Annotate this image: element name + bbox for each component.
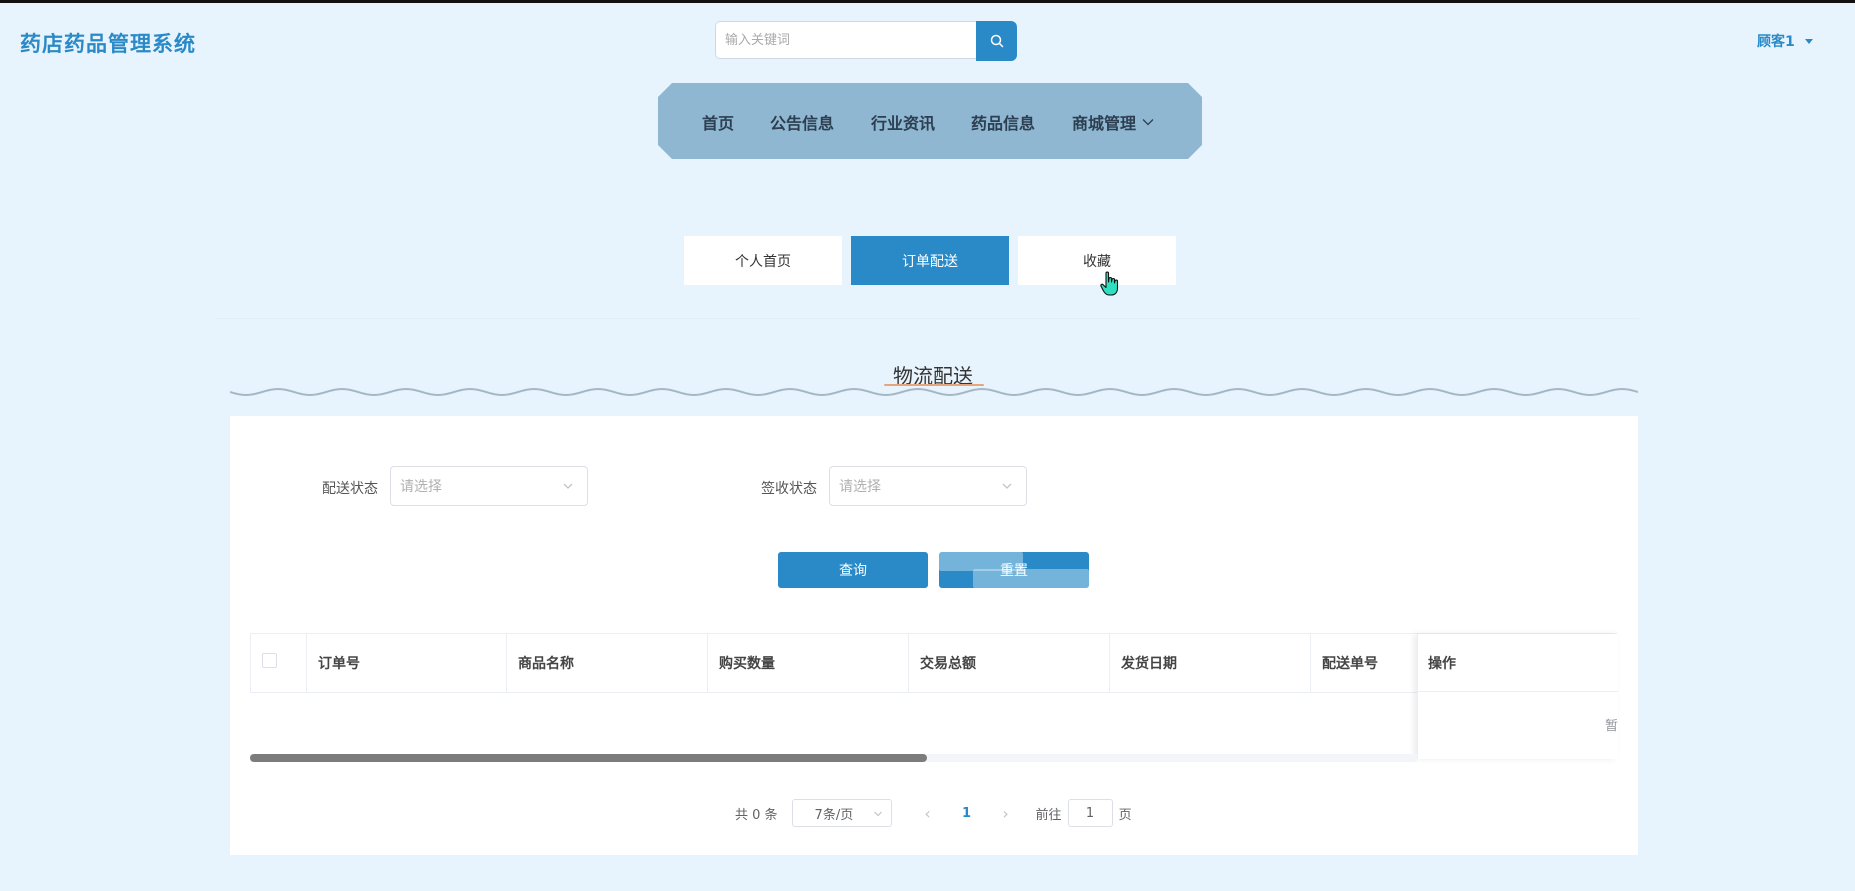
tab-favorites[interactable]: 收藏 [1018, 236, 1176, 285]
nav-item-mall-management[interactable]: 商城管理 [1072, 110, 1154, 134]
main-nav: 首页 公告信息 行业资讯 药品信息 商城管理 [658, 83, 1202, 159]
user-menu[interactable]: 顾客1 [1757, 31, 1813, 51]
goto-page-input[interactable]: 1 [1067, 799, 1113, 827]
page-number-current[interactable]: 1 [938, 806, 996, 821]
caret-down-icon [1804, 38, 1813, 44]
chevron-down-icon [873, 811, 882, 817]
search-button[interactable] [976, 21, 1017, 61]
chevron-down-icon [1002, 483, 1012, 489]
column-delivery-no[interactable]: 配送单号 [1311, 634, 1418, 692]
chevron-down-icon [563, 483, 573, 489]
delivery-status-placeholder: 请选择 [400, 479, 442, 495]
search-bar [715, 21, 1017, 61]
prev-page-button[interactable]: ‹ [918, 804, 938, 823]
goto-prefix: 前往 [1035, 807, 1062, 823]
horizontal-scrollbar-thumb[interactable] [250, 754, 927, 762]
query-button[interactable]: 查询 [778, 552, 928, 588]
page-size-value: 7条/页 [814, 807, 854, 823]
pagination-total: 共 0 条 [735, 807, 778, 823]
column-actions[interactable]: 操作 [1418, 634, 1618, 692]
page-size-select[interactable]: 7条/页 [791, 799, 892, 827]
nav-item-announcements[interactable]: 公告信息 [770, 110, 834, 134]
goto-suffix: 页 [1118, 807, 1132, 823]
nav-item-home[interactable]: 首页 [702, 110, 734, 134]
delivery-status-label: 配送状态 [322, 481, 378, 497]
nav-item-industry-news[interactable]: 行业资讯 [871, 110, 935, 134]
delivery-status-select[interactable]: 请选择 [390, 466, 588, 506]
receipt-status-label: 签收状态 [761, 481, 817, 497]
reset-button-label: 重置 [1000, 563, 1028, 579]
column-order-no[interactable]: 订单号 [307, 634, 507, 692]
column-total-amount[interactable]: 交易总额 [909, 634, 1110, 692]
divider [215, 318, 1639, 319]
hand-cursor-icon [1100, 271, 1119, 296]
tab-personal-home[interactable]: 个人首页 [684, 236, 842, 285]
select-all-checkbox[interactable] [262, 653, 277, 668]
tab-order-delivery[interactable]: 订单配送 [851, 236, 1009, 285]
chevron-down-icon [1142, 118, 1154, 126]
nav-item-mall-management-label: 商城管理 [1072, 114, 1137, 133]
next-page-button[interactable]: › [996, 804, 1016, 823]
user-name: 顾客1 [1757, 34, 1795, 50]
column-quantity[interactable]: 购买数量 [708, 634, 909, 692]
top-border [0, 0, 1855, 3]
search-input[interactable] [715, 21, 977, 59]
wave-divider [230, 387, 1638, 397]
fixed-action-column: 操作 暂 [1417, 634, 1618, 759]
column-ship-date[interactable]: 发货日期 [1110, 634, 1311, 692]
site-title[interactable]: 药店药品管理系统 [20, 28, 196, 58]
empty-text: 暂 [1605, 719, 1619, 734]
column-product-name[interactable]: 商品名称 [507, 634, 708, 692]
pagination: 共 0 条 7条/页 ‹ 1 › 前往 1 页 [735, 799, 1132, 827]
search-icon [990, 34, 1003, 48]
receipt-status-placeholder: 请选择 [839, 479, 881, 495]
button-highlight [973, 569, 1089, 588]
reset-button[interactable]: 重置 [939, 552, 1089, 588]
receipt-status-select[interactable]: 请选择 [829, 466, 1027, 506]
delivery-table-header: 订单号 商品名称 购买数量 交易总额 发货日期 配送单号 [250, 633, 1617, 693]
nav-item-medicine-info[interactable]: 药品信息 [971, 110, 1035, 134]
select-all-cell [251, 634, 307, 692]
